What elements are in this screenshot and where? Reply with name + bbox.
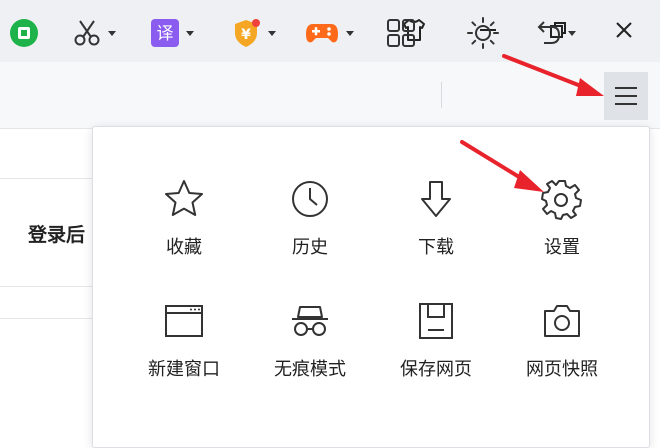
menu-item-label: 设置 (544, 237, 580, 258)
coupon-button[interactable]: ¥ (230, 14, 276, 52)
chevron-down-icon[interactable] (346, 30, 354, 36)
download-arrow-icon (421, 181, 451, 217)
green-app-icon (10, 19, 38, 47)
camera-icon (544, 305, 580, 337)
page-divider (0, 178, 95, 179)
scissors-icon (74, 20, 100, 46)
hamburger-menu-icon (615, 87, 637, 105)
menu-item-downloads[interactable]: 下载 (381, 175, 491, 275)
chevron-down-icon[interactable] (568, 30, 576, 36)
brightness-icon (467, 17, 499, 49)
chevron-down-icon[interactable] (108, 30, 116, 36)
toolbar-divider (441, 82, 442, 108)
translate-button[interactable]: 译 (150, 14, 194, 52)
menu-item-new-window[interactable]: 新建窗口 (129, 297, 239, 397)
svg-text:¥: ¥ (241, 27, 251, 43)
menu-item-label: 保存网页 (400, 359, 472, 380)
undo-icon (537, 21, 561, 44)
svg-text:译: 译 (157, 24, 174, 44)
menu-item-history[interactable]: 历史 (255, 175, 365, 275)
incognito-icon (292, 306, 328, 336)
menu-item-web-snapshot[interactable]: 网页快照 (507, 297, 617, 397)
menu-item-label: 无痕模式 (274, 359, 346, 380)
star-icon (165, 180, 203, 216)
apps-grid-button[interactable] (386, 14, 416, 52)
clock-icon (292, 181, 328, 217)
chevron-down-icon[interactable] (268, 30, 276, 36)
menu-item-incognito[interactable]: 无痕模式 (255, 297, 365, 397)
green-app-button[interactable] (8, 14, 40, 52)
close-button[interactable] (606, 12, 642, 48)
undo-button[interactable] (532, 14, 576, 52)
menu-item-label: 历史 (292, 237, 328, 258)
menu-item-save-page[interactable]: 保存网页 (381, 297, 491, 397)
close-icon (616, 22, 632, 38)
browser-toolbar (0, 62, 660, 129)
menu-item-label: 下载 (418, 237, 454, 258)
game-controller-icon (306, 24, 338, 43)
gear-icon (541, 180, 582, 220)
page-divider (0, 286, 95, 287)
menu-item-favorites[interactable]: 收藏 (129, 175, 239, 275)
login-prompt-text: 登录后 (28, 224, 86, 246)
menu-item-settings[interactable]: 设置 (507, 175, 617, 275)
save-page-icon (419, 303, 453, 339)
new-window-icon (165, 305, 203, 337)
menu-item-label: 新建窗口 (148, 359, 220, 380)
menu-item-label: 网页快照 (526, 359, 598, 380)
brightness-button[interactable] (466, 14, 500, 52)
game-button[interactable] (304, 14, 354, 52)
translate-icon: 译 (151, 19, 179, 47)
main-menu-popup: 收藏 历史 下载 设置 新建窗口 无痕模式 保存网页 网页快照 (92, 126, 650, 448)
coupon-shield-icon: ¥ (235, 19, 260, 47)
chevron-down-icon[interactable] (186, 30, 194, 36)
screenshot-tool-button[interactable] (72, 14, 116, 52)
menu-item-label: 收藏 (166, 237, 202, 258)
grid-apps-icon (387, 19, 415, 47)
main-menu-button[interactable] (604, 72, 648, 120)
page-divider (0, 318, 95, 319)
